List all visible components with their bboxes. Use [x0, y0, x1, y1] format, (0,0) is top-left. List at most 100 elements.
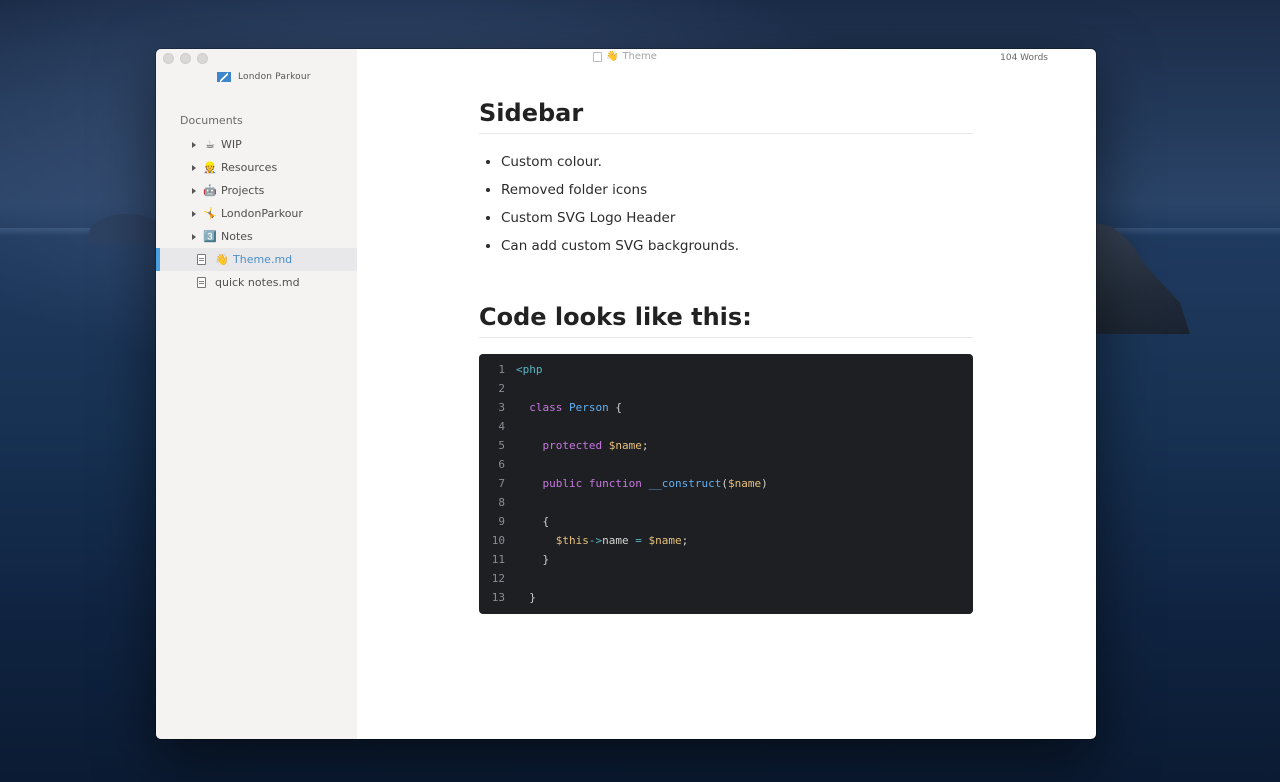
minimize-button[interactable]	[180, 53, 191, 64]
token-punct: ;	[641, 439, 649, 452]
line-number: 6	[498, 458, 505, 471]
line-number: 5	[498, 439, 505, 452]
document-icon	[197, 277, 206, 288]
sidebar-folder-wip[interactable]: ☕ WIP	[156, 133, 357, 156]
code-line: 13 }	[479, 588, 973, 607]
code-text: class Person {	[516, 398, 622, 417]
token-keyword: protected	[542, 439, 603, 452]
code-line: 11 }	[479, 550, 973, 569]
token-variable: $name	[727, 477, 762, 490]
line-number: 10	[491, 534, 505, 547]
code-line: 6	[479, 455, 973, 474]
zoom-button[interactable]	[197, 53, 208, 64]
window-controls	[163, 53, 208, 64]
list-item: Custom colour.	[501, 153, 739, 181]
token-operator: ->	[588, 534, 603, 547]
line-number: 7	[498, 477, 505, 490]
folder-label: WIP	[221, 138, 242, 151]
folder-label: Projects	[221, 184, 265, 197]
token-tag: <php	[516, 363, 543, 376]
sidebar-logo-header[interactable]: London Parkour	[217, 72, 311, 82]
code-line: 8	[479, 493, 973, 512]
heading-sidebar: Sidebar	[479, 99, 973, 134]
line-number: 1	[498, 363, 505, 376]
close-button[interactable]	[163, 53, 174, 64]
code-line: 9 {	[479, 512, 973, 531]
code-block[interactable]: 1 <php 2 3 class Person { 4 5 protected …	[479, 354, 973, 614]
list-item: Removed folder icons	[501, 181, 739, 209]
code-text: {	[516, 512, 550, 531]
disclosure-triangle-icon[interactable]	[192, 187, 196, 194]
folder-label: Resources	[221, 161, 278, 174]
bullet-list: Custom colour. Removed folder icons Cust…	[479, 153, 739, 265]
code-text: protected $name;	[516, 436, 649, 455]
token-punct: {	[615, 401, 622, 414]
code-text: <php	[516, 360, 543, 379]
title-emoji: 👋	[606, 51, 619, 62]
disclosure-triangle-icon[interactable]	[192, 210, 196, 217]
code-line: 7 public function __construct($name)	[479, 474, 973, 493]
token-variable: $name	[608, 439, 642, 452]
list-item: Custom SVG Logo Header	[501, 209, 739, 237]
token-variable: $this	[555, 534, 589, 547]
file-label: quick notes.md	[215, 276, 300, 289]
token-punct: }	[529, 591, 536, 604]
folder-label: Notes	[221, 230, 253, 243]
sidebar-folder-projects[interactable]: 🤖 Projects	[156, 179, 357, 202]
token-keyword: function	[588, 477, 642, 490]
token-keyword: public	[542, 477, 583, 490]
word-count[interactable]: 104 Words	[1000, 53, 1048, 63]
line-number: 9	[498, 515, 505, 528]
line-number: 12	[491, 572, 505, 585]
sidebar-file-theme[interactable]: 👋 Theme.md	[156, 248, 357, 271]
token-punct: (	[721, 477, 728, 490]
token-keyword: class	[529, 401, 563, 414]
document-proxy-icon[interactable]	[593, 51, 602, 62]
sidebar-folder-londonparkour[interactable]: 🤸 LondonParkour	[156, 202, 357, 225]
line-number: 11	[491, 553, 505, 566]
line-number: 4	[498, 420, 505, 433]
sidebar: London Parkour Documents ☕ WIP 👷 Resourc…	[156, 49, 357, 739]
token-property: name	[602, 534, 629, 547]
token-function: __construct	[648, 477, 722, 490]
token-punct: )	[761, 477, 768, 490]
token-punct: {	[542, 515, 550, 528]
sidebar-folder-resources[interactable]: 👷 Resources	[156, 156, 357, 179]
code-line: 2	[479, 379, 973, 398]
disclosure-triangle-icon[interactable]	[192, 164, 196, 171]
code-line: 1 <php	[479, 360, 973, 379]
title-text: Theme	[622, 51, 657, 62]
code-text: }	[516, 550, 550, 569]
disclosure-triangle-icon[interactable]	[192, 141, 196, 148]
window-title: 👋 Theme	[593, 51, 657, 62]
line-number: 3	[498, 401, 505, 414]
documents-section-label: Documents	[180, 114, 243, 127]
token-operator: =	[635, 534, 642, 547]
code-text: }	[516, 588, 536, 607]
folder-label: LondonParkour	[221, 207, 303, 220]
code-line: 3 class Person {	[479, 398, 973, 417]
brand-logo-icon	[217, 72, 231, 82]
token-punct: }	[542, 553, 550, 566]
document-tree: ☕ WIP 👷 Resources 🤖 Projects 🤸 LondonPar…	[156, 133, 357, 294]
title-bar: 👋 Theme 104 Words	[357, 49, 1096, 69]
list-item: Can add custom SVG backgrounds.	[501, 237, 739, 265]
token-punct: ;	[681, 534, 689, 547]
line-number: 13	[491, 591, 505, 604]
disclosure-triangle-icon[interactable]	[192, 233, 196, 240]
worker-emoji-icon: 👷	[203, 161, 217, 174]
robot-emoji-icon: 🤖	[203, 184, 217, 197]
code-text: public function __construct($name)	[516, 474, 768, 493]
heading-code: Code looks like this:	[479, 303, 973, 338]
app-window: London Parkour Documents ☕ WIP 👷 Resourc…	[156, 49, 1096, 739]
sidebar-file-quick-notes[interactable]: quick notes.md	[156, 271, 357, 294]
file-label: Theme.md	[233, 253, 293, 266]
line-number: 8	[498, 496, 505, 509]
token-class: Person	[569, 401, 609, 414]
keycap-three-emoji-icon: 3️⃣	[203, 230, 217, 243]
sidebar-folder-notes[interactable]: 3️⃣ Notes	[156, 225, 357, 248]
token-variable: $name	[648, 534, 682, 547]
brand-name: London Parkour	[238, 72, 311, 82]
document-icon	[197, 254, 206, 265]
code-line: 10 $this->name = $name;	[479, 531, 973, 550]
